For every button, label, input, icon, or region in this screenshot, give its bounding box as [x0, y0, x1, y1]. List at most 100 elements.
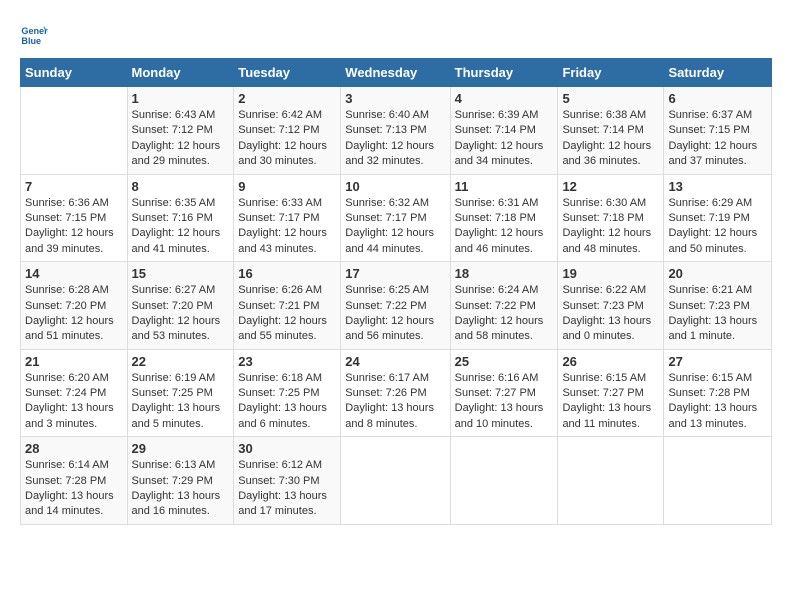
day-info: Sunrise: 6:40 AM Sunset: 7:13 PM Dayligh…	[345, 108, 445, 170]
day-number: 23	[238, 354, 336, 369]
day-number: 28	[25, 441, 123, 456]
day-info: Sunrise: 6:26 AM Sunset: 7:21 PM Dayligh…	[238, 283, 336, 345]
day-info: Sunrise: 6:37 AM Sunset: 7:15 PM Dayligh…	[668, 108, 767, 170]
calendar-week-5: 28 Sunrise: 6:14 AM Sunset: 7:28 PM Dayli…	[21, 437, 772, 525]
calendar-cell: 21 Sunrise: 6:20 AM Sunset: 7:24 PM Dayli…	[21, 349, 128, 437]
day-info: Sunrise: 6:18 AM Sunset: 7:25 PM Dayligh…	[238, 371, 336, 433]
calendar-cell: 12 Sunrise: 6:30 AM Sunset: 7:18 PM Dayli…	[558, 174, 664, 262]
day-info: Sunrise: 6:42 AM Sunset: 7:12 PM Dayligh…	[238, 108, 336, 170]
day-number: 22	[132, 354, 230, 369]
day-number: 16	[238, 266, 336, 281]
day-number: 9	[238, 179, 336, 194]
day-info: Sunrise: 6:12 AM Sunset: 7:30 PM Dayligh…	[238, 458, 336, 520]
day-info: Sunrise: 6:25 AM Sunset: 7:22 PM Dayligh…	[345, 283, 445, 345]
calendar-cell: 3 Sunrise: 6:40 AM Sunset: 7:13 PM Daylig…	[341, 87, 450, 175]
day-number: 15	[132, 266, 230, 281]
day-info: Sunrise: 6:17 AM Sunset: 7:26 PM Dayligh…	[345, 371, 445, 433]
day-number: 10	[345, 179, 445, 194]
day-info: Sunrise: 6:33 AM Sunset: 7:17 PM Dayligh…	[238, 196, 336, 258]
day-info: Sunrise: 6:14 AM Sunset: 7:28 PM Dayligh…	[25, 458, 123, 520]
calendar-cell: 7 Sunrise: 6:36 AM Sunset: 7:15 PM Daylig…	[21, 174, 128, 262]
day-info: Sunrise: 6:22 AM Sunset: 7:23 PM Dayligh…	[562, 283, 659, 345]
calendar-cell: 24 Sunrise: 6:17 AM Sunset: 7:26 PM Dayli…	[341, 349, 450, 437]
calendar-table: SundayMondayTuesdayWednesdayThursdayFrid…	[20, 58, 772, 525]
day-number: 4	[455, 91, 554, 106]
day-number: 29	[132, 441, 230, 456]
weekday-header-sunday: Sunday	[21, 59, 128, 87]
day-number: 18	[455, 266, 554, 281]
calendar-cell: 22 Sunrise: 6:19 AM Sunset: 7:25 PM Dayli…	[127, 349, 234, 437]
weekday-header-friday: Friday	[558, 59, 664, 87]
calendar-cell: 14 Sunrise: 6:28 AM Sunset: 7:20 PM Dayli…	[21, 262, 128, 350]
day-number: 5	[562, 91, 659, 106]
day-info: Sunrise: 6:31 AM Sunset: 7:18 PM Dayligh…	[455, 196, 554, 258]
day-number: 25	[455, 354, 554, 369]
calendar-cell: 6 Sunrise: 6:37 AM Sunset: 7:15 PM Daylig…	[664, 87, 772, 175]
calendar-cell	[664, 437, 772, 525]
day-number: 30	[238, 441, 336, 456]
day-number: 13	[668, 179, 767, 194]
calendar-cell: 5 Sunrise: 6:38 AM Sunset: 7:14 PM Daylig…	[558, 87, 664, 175]
weekday-header-monday: Monday	[127, 59, 234, 87]
calendar-cell: 15 Sunrise: 6:27 AM Sunset: 7:20 PM Dayli…	[127, 262, 234, 350]
day-number: 20	[668, 266, 767, 281]
day-info: Sunrise: 6:15 AM Sunset: 7:28 PM Dayligh…	[668, 371, 767, 433]
day-info: Sunrise: 6:24 AM Sunset: 7:22 PM Dayligh…	[455, 283, 554, 345]
calendar-cell	[341, 437, 450, 525]
calendar-cell: 19 Sunrise: 6:22 AM Sunset: 7:23 PM Dayli…	[558, 262, 664, 350]
day-number: 7	[25, 179, 123, 194]
day-info: Sunrise: 6:39 AM Sunset: 7:14 PM Dayligh…	[455, 108, 554, 170]
page-header: General Blue	[20, 20, 772, 48]
day-number: 6	[668, 91, 767, 106]
calendar-week-4: 21 Sunrise: 6:20 AM Sunset: 7:24 PM Dayli…	[21, 349, 772, 437]
logo-icon: General Blue	[20, 20, 48, 48]
svg-text:Blue: Blue	[21, 36, 41, 46]
calendar-cell: 29Sunrise: 6:13 AM Sunset: 7:29 PM Dayli…	[127, 437, 234, 525]
day-number: 3	[345, 91, 445, 106]
day-number: 21	[25, 354, 123, 369]
day-info: Sunrise: 6:28 AM Sunset: 7:20 PM Dayligh…	[25, 283, 123, 345]
weekday-header-saturday: Saturday	[664, 59, 772, 87]
calendar-cell	[558, 437, 664, 525]
calendar-cell: 1 Sunrise: 6:43 AM Sunset: 7:12 PM Daylig…	[127, 87, 234, 175]
day-info: Sunrise: 6:16 AM Sunset: 7:27 PM Dayligh…	[455, 371, 554, 433]
day-info: Sunrise: 6:36 AM Sunset: 7:15 PM Dayligh…	[25, 196, 123, 258]
day-number: 14	[25, 266, 123, 281]
day-number: 26	[562, 354, 659, 369]
calendar-cell: 16 Sunrise: 6:26 AM Sunset: 7:21 PM Dayli…	[234, 262, 341, 350]
calendar-cell: 13 Sunrise: 6:29 AM Sunset: 7:19 PM Dayli…	[664, 174, 772, 262]
calendar-cell: 25 Sunrise: 6:16 AM Sunset: 7:27 PM Dayli…	[450, 349, 558, 437]
weekday-header-tuesday: Tuesday	[234, 59, 341, 87]
day-info: Sunrise: 6:29 AM Sunset: 7:19 PM Dayligh…	[668, 196, 767, 258]
calendar-cell: 20 Sunrise: 6:21 AM Sunset: 7:23 PM Dayli…	[664, 262, 772, 350]
day-number: 11	[455, 179, 554, 194]
day-number: 1	[132, 91, 230, 106]
calendar-cell	[21, 87, 128, 175]
day-info: Sunrise: 6:32 AM Sunset: 7:17 PM Dayligh…	[345, 196, 445, 258]
calendar-cell: 28 Sunrise: 6:14 AM Sunset: 7:28 PM Dayli…	[21, 437, 128, 525]
calendar-cell: 2 Sunrise: 6:42 AM Sunset: 7:12 PM Daylig…	[234, 87, 341, 175]
day-info: Sunrise: 6:38 AM Sunset: 7:14 PM Dayligh…	[562, 108, 659, 170]
day-info: Sunrise: 6:30 AM Sunset: 7:18 PM Dayligh…	[562, 196, 659, 258]
day-number: 24	[345, 354, 445, 369]
day-number: 19	[562, 266, 659, 281]
day-info: Sunrise: 6:35 AM Sunset: 7:16 PM Dayligh…	[132, 196, 230, 258]
day-number: 12	[562, 179, 659, 194]
calendar-cell: 27Sunrise: 6:15 AM Sunset: 7:28 PM Dayli…	[664, 349, 772, 437]
day-info: Sunrise: 6:15 AM Sunset: 7:27 PM Dayligh…	[562, 371, 659, 433]
calendar-cell: 10 Sunrise: 6:32 AM Sunset: 7:17 PM Dayli…	[341, 174, 450, 262]
calendar-cell: 17Sunrise: 6:25 AM Sunset: 7:22 PM Dayli…	[341, 262, 450, 350]
day-info: Sunrise: 6:20 AM Sunset: 7:24 PM Dayligh…	[25, 371, 123, 433]
day-info: Sunrise: 6:21 AM Sunset: 7:23 PM Dayligh…	[668, 283, 767, 345]
calendar-cell: 30 Sunrise: 6:12 AM Sunset: 7:30 PM Dayli…	[234, 437, 341, 525]
calendar-week-2: 7 Sunrise: 6:36 AM Sunset: 7:15 PM Daylig…	[21, 174, 772, 262]
calendar-cell	[450, 437, 558, 525]
day-info: Sunrise: 6:19 AM Sunset: 7:25 PM Dayligh…	[132, 371, 230, 433]
calendar-week-1: 1 Sunrise: 6:43 AM Sunset: 7:12 PM Daylig…	[21, 87, 772, 175]
calendar-cell: 18 Sunrise: 6:24 AM Sunset: 7:22 PM Dayli…	[450, 262, 558, 350]
day-number: 2	[238, 91, 336, 106]
calendar-week-3: 14 Sunrise: 6:28 AM Sunset: 7:20 PM Dayli…	[21, 262, 772, 350]
day-info: Sunrise: 6:43 AM Sunset: 7:12 PM Dayligh…	[132, 108, 230, 170]
day-info: Sunrise: 6:27 AM Sunset: 7:20 PM Dayligh…	[132, 283, 230, 345]
calendar-cell: 9 Sunrise: 6:33 AM Sunset: 7:17 PM Daylig…	[234, 174, 341, 262]
